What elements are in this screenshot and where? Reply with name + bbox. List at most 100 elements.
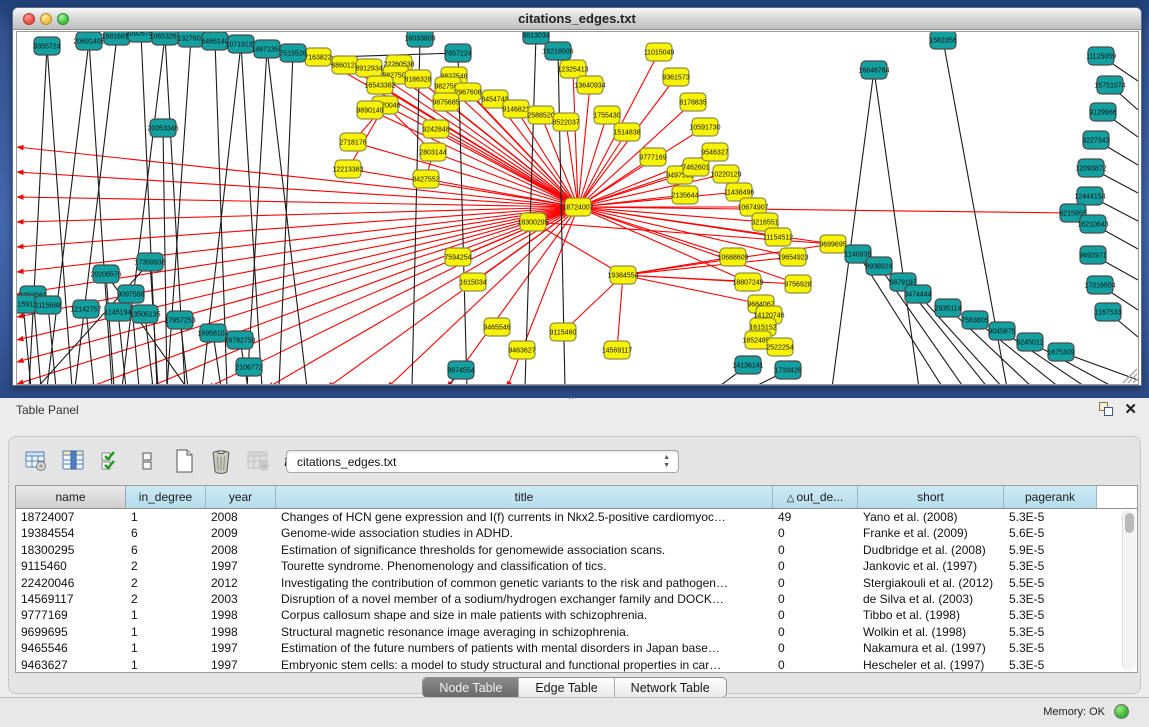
graph-node[interactable]: 8522037 [552,113,579,131]
graph-node[interactable]: 10591730 [689,118,720,136]
graph-node[interactable]: 1167533 [1095,303,1122,321]
table-row[interactable]: 1830029562008Estimation of significance … [16,542,1137,558]
graph-node[interactable]: 9756928 [784,275,811,293]
graph-node[interactable]: 1755430 [593,106,620,124]
graph-node[interactable]: 1733426 [774,361,801,379]
graph-node[interactable]: 12142757 [70,300,101,318]
graph-node[interactable]: 9546327 [701,143,728,161]
graph-node[interactable]: 10653267 [149,32,180,45]
graph-node[interactable]: 17957253 [164,311,195,329]
graph-node[interactable]: 14136141 [732,356,763,374]
table-row[interactable]: 946554611997Estimation of the future num… [16,640,1137,656]
graph-node[interactable]: 17359938 [134,253,165,271]
graph-node[interactable]: 16782759 [224,331,255,349]
tab-network-table[interactable]: Network Table [615,678,726,697]
graph-node[interactable]: 18300295 [517,213,548,231]
graph-node[interactable]: 9045875 [988,322,1015,340]
graph-node[interactable]: 17016504 [1084,276,1115,294]
graph-node[interactable]: 9465546 [483,318,510,336]
graph-node[interactable]: 8178835 [679,93,706,111]
graph-node[interactable]: 13505135 [129,305,160,323]
graph-node[interactable]: 10688609 [717,248,748,266]
graph-node[interactable]: 11125059 [1086,47,1116,65]
graph-node[interactable]: 11154512 [763,228,793,246]
new-document-icon[interactable] [171,448,197,474]
table-selector-dropdown[interactable]: citations_edges.txt ▲▼ [286,450,679,473]
graph-node[interactable]: 14671358 [251,40,282,58]
graph-node[interactable]: 3915911 [17,295,36,313]
graph-node[interactable]: 9463627 [508,341,535,359]
trash-icon[interactable] [208,448,234,474]
graph-node[interactable]: 15751074 [1094,76,1125,94]
graph-node[interactable]: 9129966 [1089,103,1116,121]
close-icon[interactable]: ✕ [1124,403,1137,417]
canvas-resize-grip[interactable] [1123,369,1137,383]
tab-edge-table[interactable]: Edge Table [519,678,614,697]
memory-status-indicator[interactable] [1114,704,1129,719]
graph-node[interactable]: 12093872 [1075,159,1106,177]
table-row[interactable]: 2242004622012Investigating the contribut… [16,575,1137,591]
graph-node[interactable]: 1145194 [105,303,132,321]
graph-node[interactable]: 9692971 [1079,246,1106,264]
column-header-name[interactable]: name [16,486,126,508]
graph-node[interactable]: 19384554 [607,266,638,284]
graph-node[interactable]: 9355724 [33,37,60,55]
graph-node[interactable]: 9115460 [550,323,577,341]
graph-node[interactable]: 7515526 [279,44,306,62]
graph-node[interactable]: 20053346 [147,119,178,137]
graph-node[interactable]: 9875685 [432,93,459,111]
table-row[interactable]: 1456911722003Disruption of a novel membe… [16,591,1137,607]
graph-node[interactable]: 9361573 [662,68,689,86]
graph-node[interactable]: 12325413 [557,60,588,78]
graph-node[interactable]: 2522254 [766,338,793,356]
graph-node[interactable]: 1582356 [929,32,956,49]
graph-node[interactable]: 13640934 [574,76,605,94]
column-header-short[interactable]: short [858,486,1004,508]
graph-node[interactable]: 9874554 [447,361,474,379]
graph-node[interactable]: 8427552 [412,170,439,188]
graph-node[interactable]: 8186328 [404,70,431,88]
column-chooser-icon[interactable] [60,448,86,474]
graph-node[interactable]: 7594254 [444,248,471,266]
network-window-titlebar[interactable]: citations_edges.txt [13,8,1141,30]
rows-icon[interactable] [134,448,160,474]
graph-node[interactable]: 16210643 [1077,215,1108,233]
network-canvas[interactable]: 1872400771638228860128891293422260538982… [16,31,1139,385]
graph-node[interactable]: 7857224 [444,44,471,62]
graph-node[interactable]: 14569117 [602,341,633,359]
graph-node[interactable]: 2718176 [339,133,366,151]
table-row[interactable]: 969969511998Structural magnetic resonanc… [16,624,1137,640]
graph-node[interactable]: 1514838 [613,123,640,141]
column-header-out_de[interactable]: △out_de... [773,486,858,508]
graph-node[interactable]: 9245012 [1016,333,1043,351]
graph-node[interactable]: 12213383 [332,160,363,178]
graph-node[interactable]: 8938924 [865,257,892,275]
column-header-year[interactable]: year [206,486,276,508]
graph-node[interactable]: 8813034 [522,32,549,44]
graph-node[interactable]: 3474444 [904,285,931,303]
graph-node[interactable]: 12444154 [1074,187,1105,205]
vertical-scrollbar[interactable] [1122,510,1136,671]
graph-node[interactable]: 10220129 [710,165,741,183]
graph-node[interactable]: 18807249 [732,273,763,291]
table-row[interactable]: 911546021997Tourette syndrome. Phenomeno… [16,558,1137,574]
graph-node[interactable]: 20691406 [73,32,104,50]
graph-node[interactable]: 9146821 [502,100,529,118]
graph-node[interactable]: 2106772 [235,358,262,376]
graph-node[interactable]: 16033809 [404,32,435,47]
column-header-title[interactable]: title [276,486,773,508]
tab-node-table[interactable]: Node Table [423,678,519,697]
graph-node[interactable]: 2135644 [671,186,698,204]
graph-node[interactable]: 11015049 [644,43,675,61]
graph-node[interactable]: 7163822 [304,48,331,66]
table-row[interactable]: 1872400712008Changes of HCN gene express… [16,509,1137,525]
table-settings-icon[interactable] [23,448,49,474]
graph-node[interactable]: 16648784 [858,61,889,79]
float-window-icon[interactable] [1098,402,1114,417]
graph-node[interactable]: 19218506 [542,42,573,60]
column-checklist-icon[interactable] [97,448,123,474]
graph-node[interactable]: 9227343 [1082,131,1109,149]
graph-node[interactable]: 1675309 [1047,343,1074,361]
graph-node[interactable]: 2803144 [419,143,446,161]
graph-node[interactable]: 2588520 [527,106,554,124]
